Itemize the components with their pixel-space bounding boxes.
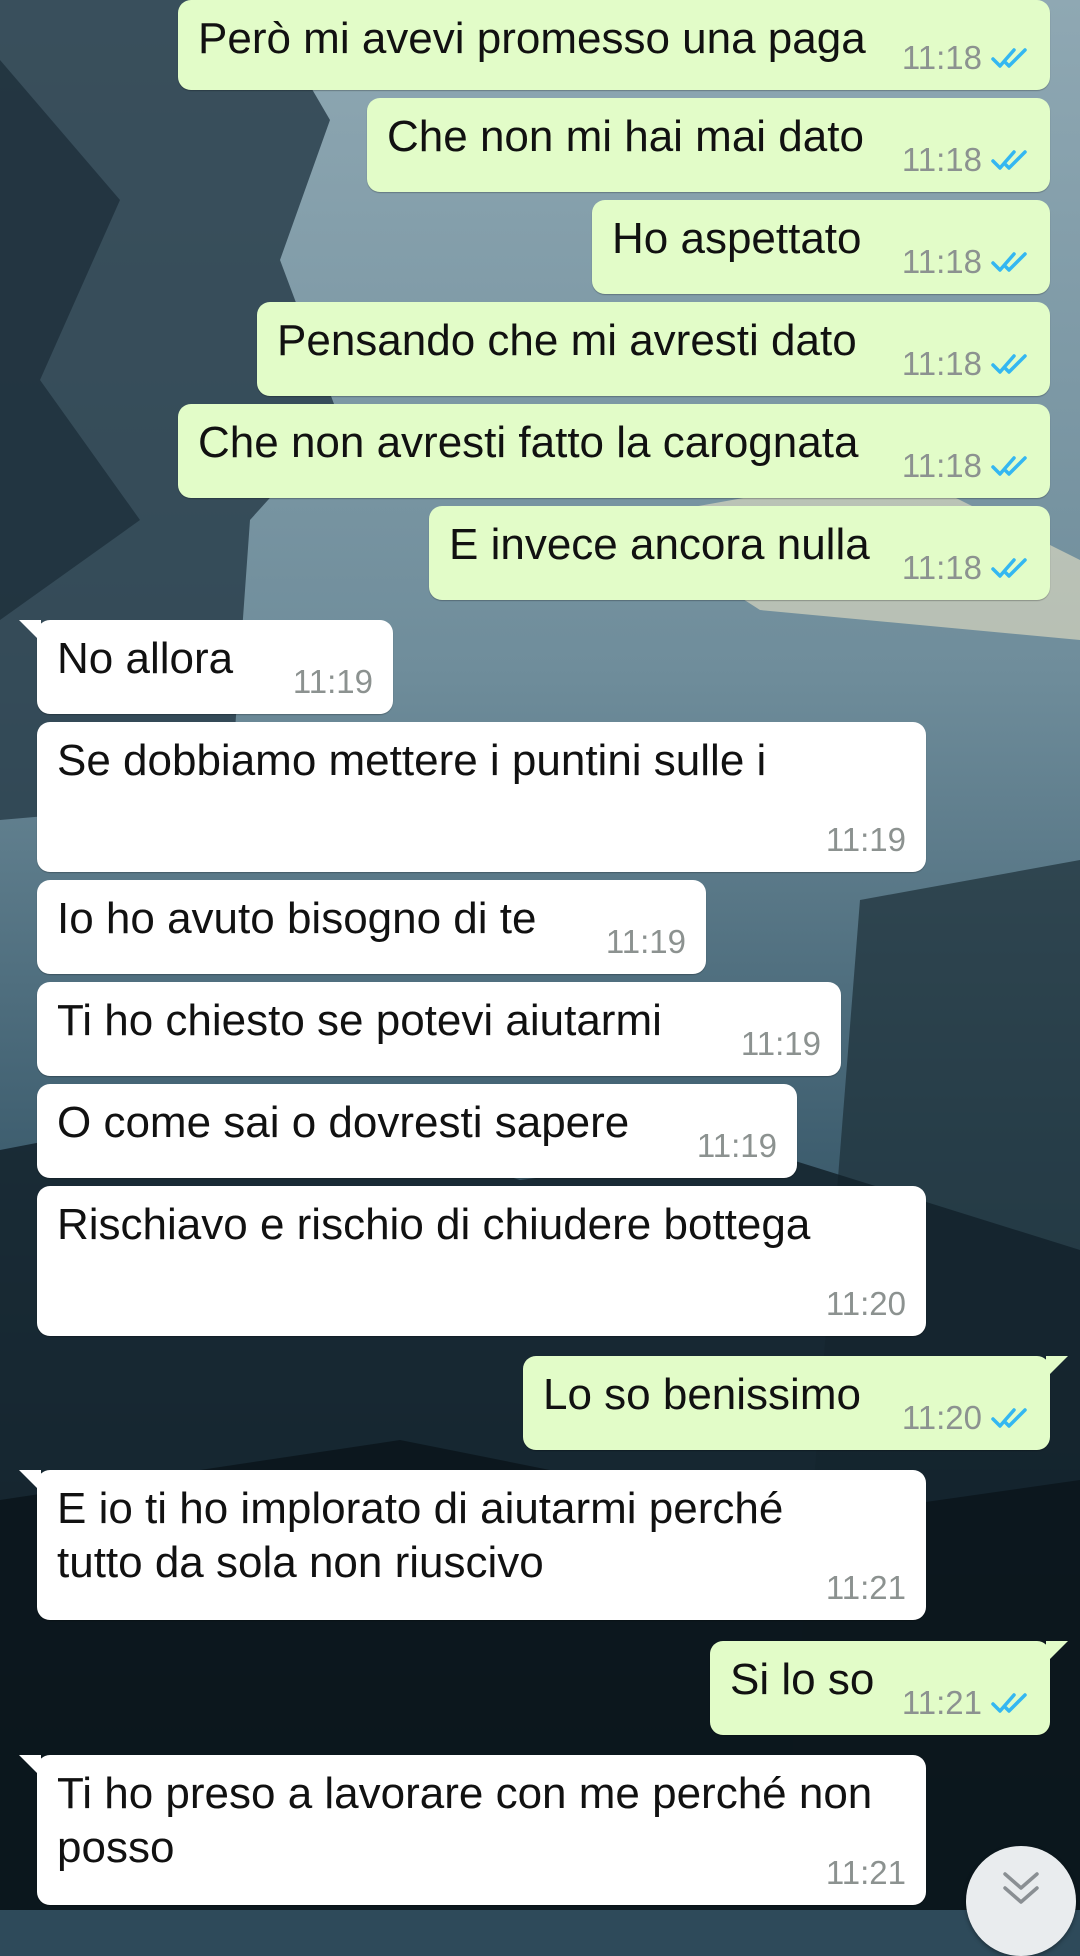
message-timestamp: 11:19 [605, 923, 686, 960]
message-timestamp: 11:18 [901, 243, 982, 280]
message-text: O come sai o dovresti sapere [57, 1098, 630, 1147]
message-text: E invece ancora nulla [449, 520, 870, 569]
outgoing-message-bubble[interactable]: Lo so benissimo 11:20 [523, 1356, 1068, 1450]
bubble-tail [1046, 1641, 1068, 1663]
message-timestamp: 11:20 [825, 1285, 906, 1322]
outgoing-message-bubble[interactable]: Che non mi hai mai dato 11:18 [367, 98, 1050, 192]
message-list[interactable]: Però mi avevi promesso una paga 11:18 Che … [0, 0, 1080, 1910]
message-text: Pensando che mi avresti dato [277, 316, 857, 365]
message-meta: 11:18 [902, 448, 1030, 484]
message-meta: 11:19 [826, 822, 906, 858]
double-check-icon [991, 1408, 1027, 1428]
message-meta: 11:19 [606, 924, 686, 960]
message-meta: 11:18 [902, 244, 1030, 280]
message-timestamp: 11:19 [825, 821, 906, 858]
double-check-icon [991, 1693, 1027, 1713]
double-check-icon [991, 150, 1027, 170]
incoming-message-bubble[interactable]: Se dobbiamo mettere i puntini sulle i 11:… [37, 722, 926, 872]
message-timestamp: 11:21 [825, 1854, 906, 1891]
message-text: Se dobbiamo mettere i puntini sulle i [57, 736, 767, 785]
double-check-icon [991, 354, 1027, 374]
message-meta: 11:19 [741, 1026, 821, 1062]
message-timestamp: 11:18 [901, 39, 982, 76]
message-meta: 11:19 [697, 1128, 777, 1164]
bubble-tail [19, 1470, 41, 1492]
message-text: Ho aspettato [612, 214, 862, 263]
incoming-message-bubble[interactable]: Ti ho chiesto se potevi aiutarmi 11:19 [37, 982, 841, 1076]
double-check-icon [991, 558, 1027, 578]
message-timestamp: 11:19 [292, 663, 373, 700]
outgoing-message-bubble[interactable]: Però mi avevi promesso una paga 11:18 [178, 0, 1050, 90]
message-meta: 11:20 [826, 1286, 906, 1322]
message-timestamp: 11:21 [825, 1569, 906, 1606]
message-text: Però mi avevi promesso una paga [198, 14, 866, 63]
scroll-to-bottom-button[interactable] [966, 1846, 1076, 1956]
message-text: Ti ho chiesto se potevi aiutarmi [57, 996, 662, 1045]
message-meta: 11:21 [902, 1685, 1030, 1721]
message-meta: 11:18 [902, 346, 1030, 382]
message-text: Ti ho preso a lavorare con me perché non… [57, 1769, 873, 1872]
double-check-icon [991, 252, 1027, 272]
message-text: Si lo so [730, 1655, 875, 1704]
message-meta: 11:19 [293, 664, 373, 700]
incoming-message-bubble[interactable]: O come sai o dovresti sapere 11:19 [37, 1084, 797, 1178]
incoming-message-bubble[interactable]: No allora 11:19 [19, 620, 393, 714]
incoming-message-bubble[interactable]: Io ho avuto bisogno di te 11:19 [37, 880, 706, 974]
bubble-tail [1046, 1356, 1068, 1378]
double-check-icon [991, 48, 1027, 68]
message-text: E io ti ho implorato di aiutarmi perché … [57, 1484, 784, 1587]
message-text: Lo so benissimo [543, 1370, 861, 1419]
message-text: Io ho avuto bisogno di te [57, 894, 537, 943]
message-timestamp: 11:18 [901, 141, 982, 178]
outgoing-message-bubble[interactable]: Che non avresti fatto la carognata 11:18 [178, 404, 1050, 498]
outgoing-message-bubble[interactable]: Ho aspettato 11:18 [592, 200, 1050, 294]
message-timestamp: 11:18 [901, 447, 982, 484]
message-text: Rischiavo e rischio di chiudere bottega [57, 1200, 811, 1249]
message-timestamp: 11:18 [901, 345, 982, 382]
message-meta: 11:20 [902, 1400, 1030, 1436]
double-check-icon [991, 456, 1027, 476]
message-meta: 11:21 [826, 1570, 906, 1606]
message-text: No allora [57, 634, 234, 683]
message-text: Che non avresti fatto la carognata [198, 418, 859, 467]
outgoing-message-bubble[interactable]: Si lo so 11:21 [710, 1641, 1068, 1735]
bubble-tail [19, 1755, 41, 1777]
double-chevron-down-icon [1003, 1872, 1039, 1904]
message-timestamp: 11:21 [901, 1684, 982, 1721]
message-timestamp: 11:18 [901, 549, 982, 586]
message-timestamp: 11:20 [901, 1399, 982, 1436]
message-timestamp: 11:19 [740, 1025, 821, 1062]
outgoing-message-bubble[interactable]: E invece ancora nulla 11:18 [429, 506, 1050, 600]
message-meta: 11:18 [902, 142, 1030, 178]
incoming-message-bubble[interactable]: Ti ho preso a lavorare con me perché non… [19, 1755, 926, 1905]
bubble-tail [19, 620, 41, 642]
message-meta: 11:18 [902, 40, 1030, 76]
incoming-message-bubble[interactable]: E io ti ho implorato di aiutarmi perché … [19, 1470, 926, 1620]
message-meta: 11:21 [826, 1855, 906, 1891]
incoming-message-bubble[interactable]: Rischiavo e rischio di chiudere bottega 1… [37, 1186, 926, 1336]
message-text: Che non mi hai mai dato [387, 112, 864, 161]
outgoing-message-bubble[interactable]: Pensando che mi avresti dato 11:18 [257, 302, 1050, 396]
message-meta: 11:18 [902, 550, 1030, 586]
message-timestamp: 11:19 [696, 1127, 777, 1164]
